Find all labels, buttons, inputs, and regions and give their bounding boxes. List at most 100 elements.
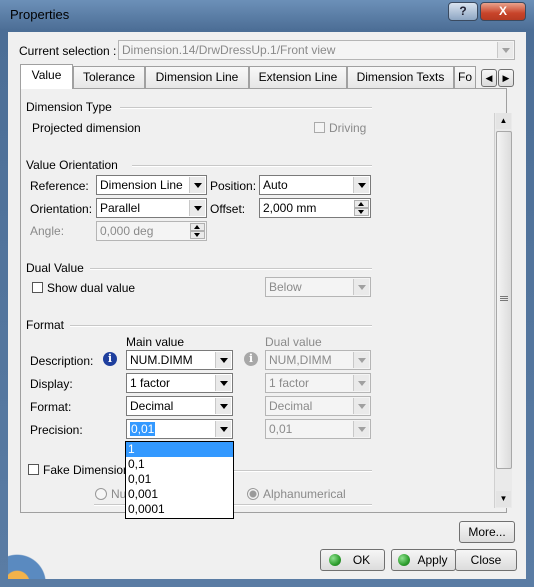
info-icon-disabled: i [244,352,258,366]
apply-button[interactable]: Apply [391,549,456,571]
chevron-down-icon [215,352,231,368]
orientation-value: Parallel [100,201,141,215]
dimension-type-heading: Dimension Type [26,100,112,114]
ok-button[interactable]: OK [320,549,385,571]
info-icon[interactable]: i [103,352,117,366]
offset-label: Offset: [210,202,246,216]
window-frame: Properties ? X Current selection : Dimen… [0,0,534,587]
numerical-radio[interactable] [95,488,107,500]
dual-value-heading: Dual Value [26,261,84,275]
divider [132,165,372,167]
precision-option[interactable]: 0,1 [126,457,233,472]
divider [70,325,372,327]
position-value: Auto [263,178,288,192]
driving-checkbox[interactable] [314,122,325,133]
divider [90,268,372,270]
spin-down-icon[interactable] [354,208,369,216]
display-dual-select: 1 factor [265,373,371,393]
divider [234,470,372,472]
tab-format-partial[interactable]: Fo [454,66,476,88]
angle-value: 0,000 deg [100,224,154,238]
window-title: Properties [10,7,70,22]
grip-icon [500,296,508,297]
dimension-type-value: Projected dimension [32,121,141,135]
format-label: Format: [30,400,72,414]
format-dual-value: Decimal [269,399,313,413]
vertical-scrollbar[interactable]: ▲ ▼ [494,113,512,508]
alphanumerical-radio[interactable] [247,488,259,500]
fake-dimension-checkbox[interactable] [28,464,39,475]
display-label: Display: [30,377,73,391]
ok-icon [329,554,341,566]
format-heading: Format [26,318,65,332]
tab-extension-line[interactable]: Extension Line [249,66,347,88]
description-main-value: NUM.DIMM [130,353,193,367]
precision-dual-value: 0,01 [269,422,293,436]
driving-label: Driving [329,121,367,135]
divider [120,107,372,109]
chevron-down-icon [353,398,369,414]
current-selection-value: Dimension.14/DrwDressUp.1/Front view [122,43,336,57]
scroll-thumb[interactable] [496,131,512,469]
reference-value: Dimension Line [100,178,183,192]
description-label: Description: [30,354,94,368]
tab-dimension-texts[interactable]: Dimension Texts [347,66,454,88]
ok-label: OK [352,553,371,567]
apply-icon [398,554,410,566]
orientation-select[interactable]: Parallel [96,198,207,218]
tab-value[interactable]: Value [20,64,73,89]
value-tab-panel [20,88,507,513]
tab-tolerance[interactable]: Tolerance [73,66,145,88]
orientation-label: Orientation: [30,202,93,216]
display-main-value: 1 factor [130,376,171,390]
chevron-down-icon [215,421,231,437]
precision-option[interactable]: 0,0001 [126,502,233,517]
help-button[interactable]: ? [448,2,478,21]
spin-up-icon[interactable] [354,200,369,208]
precision-option[interactable]: 1 [126,442,233,457]
title-bar[interactable]: Properties ? X [0,0,534,30]
more-button[interactable]: More... [459,521,515,543]
angle-spin-buttons [190,223,205,239]
offset-spinner[interactable]: 2,000 mm [259,198,371,218]
chevron-down-icon [353,177,369,193]
description-dual-select: NUM,DIMM [265,350,371,370]
precision-dropdown-list[interactable]: 1 0,1 0,01 0,001 0,0001 [125,441,234,519]
decorative-logo [8,537,54,579]
chevron-up-icon: ▲ [499,116,508,125]
tab-scroll-right-button[interactable]: ▶ [498,69,514,87]
current-selection-label: Current selection : [19,44,117,58]
format-main-select[interactable]: Decimal [126,396,233,416]
close-button[interactable]: Close [455,549,517,571]
spin-down-icon [190,231,205,239]
position-select[interactable]: Auto [259,175,371,195]
scroll-down-button[interactable]: ▼ [496,491,511,507]
chevron-down-icon: ▼ [499,494,508,503]
tab-dimension-line[interactable]: Dimension Line [145,66,249,88]
description-main-select[interactable]: NUM.DIMM [126,350,233,370]
description-dual-value: NUM,DIMM [269,353,332,367]
chevron-down-icon [353,279,369,295]
chevron-right-icon: ▶ [502,73,510,83]
chevron-down-icon [353,352,369,368]
display-dual-value: 1 factor [269,376,310,390]
display-main-select[interactable]: 1 factor [126,373,233,393]
scroll-up-button[interactable]: ▲ [496,113,511,129]
position-label: Position: [210,179,257,193]
chevron-down-icon [353,421,369,437]
main-value-header: Main value [126,335,185,349]
reference-select[interactable]: Dimension Line [96,175,207,195]
tab-scroll-left-button[interactable]: ◀ [481,69,497,87]
current-selection-combo: Dimension.14/DrwDressUp.1/Front view [118,40,515,60]
precision-option[interactable]: 0,01 [126,472,233,487]
format-dual-select: Decimal [265,396,371,416]
dual-value-placement-value: Below [269,280,302,294]
chevron-down-icon [215,398,231,414]
offset-spin-buttons[interactable] [354,200,369,216]
precision-dual-select: 0,01 [265,419,371,439]
window-close-button[interactable]: X [480,2,526,21]
dual-value-header: Dual value [265,335,322,349]
precision-main-select[interactable]: 0,01 [126,419,233,439]
precision-option[interactable]: 0,001 [126,487,233,502]
show-dual-value-checkbox[interactable] [32,282,43,293]
